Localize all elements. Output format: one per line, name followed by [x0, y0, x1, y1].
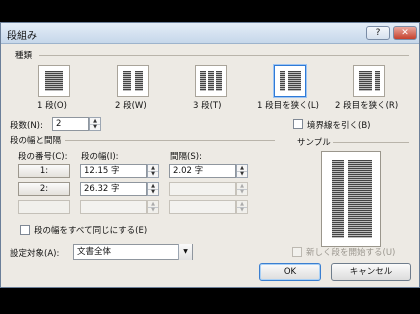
preset-one-column-label[interactable]: 1 段(O): [37, 99, 67, 111]
preset-two-columns[interactable]: [117, 65, 149, 97]
column-3-spacing-spinner: ▲ ▼: [236, 200, 248, 214]
new-column-checkbox-label: 新しく段を開始する(U): [306, 248, 396, 258]
spinner-down-icon: ▼: [240, 189, 244, 195]
preset-left-narrow-icon-left: [280, 71, 285, 91]
column-3-spacing-input: [169, 200, 236, 214]
chevron-down-icon[interactable]: ▼: [178, 244, 192, 260]
equal-width-checkbox-label[interactable]: 段の幅をすべて同じにする(E): [34, 224, 147, 236]
column-3-width-spinner: ▲ ▼: [147, 200, 159, 214]
spinner-down-icon[interactable]: ▼: [148, 189, 158, 195]
column-number-2: 2:: [18, 182, 70, 196]
column-spacing-header: 間隔(S):: [170, 152, 202, 162]
dialog-title: 段組み: [7, 31, 37, 42]
apply-to-value: 文書全体: [77, 247, 112, 257]
column-2-spacing-spinner: ▲ ▼: [236, 182, 248, 196]
preset-one-column[interactable]: [38, 65, 70, 97]
spinner-down-icon: ▼: [240, 207, 244, 213]
column-number-header: 段の番号(C):: [18, 152, 68, 162]
preset-right-narrow[interactable]: [353, 65, 385, 97]
column-2-width-spinner[interactable]: ▲ ▼: [147, 182, 159, 196]
preset-right-narrow-icon-right: [375, 71, 380, 91]
column-3-width-input: [80, 200, 147, 214]
column-number-1: 1:: [18, 164, 70, 178]
title-bar: 段組み ? ✕: [1, 23, 419, 44]
preset-three-columns-icon-2: [208, 71, 214, 91]
width-spacing-section-label: 段の幅と間隔: [10, 136, 62, 146]
preview-page: [321, 151, 381, 247]
preset-left-narrow-label[interactable]: 1 段目を狭く(L): [257, 99, 319, 111]
preset-right-narrow-icon-left: [359, 71, 372, 91]
preset-three-columns-icon-3: [216, 71, 222, 91]
close-button[interactable]: ✕: [393, 26, 417, 40]
spinner-down-icon: ▼: [151, 207, 155, 213]
preset-right-narrow-label[interactable]: 2 段目を狭く(R): [335, 99, 398, 111]
help-button[interactable]: ?: [366, 26, 390, 40]
spinner-down-icon[interactable]: ▼: [90, 124, 100, 130]
preview-divider: [333, 142, 409, 143]
column-count-label: 段数(N):: [10, 121, 43, 131]
presets-divider: [39, 55, 409, 56]
presets-section-label: 種類: [15, 51, 33, 61]
preset-three-columns-label[interactable]: 3 段(T): [193, 99, 221, 111]
column-count-input[interactable]: 2: [52, 117, 89, 131]
ok-button[interactable]: OK: [259, 263, 321, 281]
column-count-spinner[interactable]: ▲ ▼: [89, 117, 101, 131]
preset-two-columns-label[interactable]: 2 段(W): [115, 99, 147, 111]
preview-column-right: [348, 160, 372, 238]
cancel-button[interactable]: キャンセル: [331, 263, 411, 281]
spinner-down-icon[interactable]: ▼: [148, 171, 158, 177]
column-1-width-input[interactable]: 12.15 字: [80, 164, 147, 178]
apply-to-label: 設定対象(A):: [10, 249, 60, 259]
spinner-down-icon[interactable]: ▼: [237, 171, 247, 177]
preset-left-narrow[interactable]: [273, 64, 307, 98]
border-checkbox-label[interactable]: 境界線を引く(B): [307, 119, 370, 131]
preview-section-label: サンプル: [297, 138, 331, 148]
border-checkbox[interactable]: [293, 119, 303, 129]
new-column-checkbox: [292, 247, 302, 257]
column-2-spacing-input: [169, 182, 236, 196]
preset-two-columns-icon-right: [135, 71, 143, 91]
preset-one-column-icon: [45, 71, 63, 91]
preset-left-narrow-icon-right: [288, 71, 301, 91]
preview-column-left: [332, 160, 344, 238]
equal-width-checkbox[interactable]: [20, 225, 30, 235]
preset-three-columns-icon-1: [200, 71, 206, 91]
column-width-header: 段の幅(I):: [81, 152, 119, 162]
column-number-3: [18, 200, 70, 214]
columns-dialog: 段組み ? ✕ 種類 1 段(O) 2 段(W) 3 段(T) 1 段目を狭く(…: [0, 22, 420, 288]
preset-three-columns[interactable]: [195, 65, 227, 97]
column-1-spacing-input[interactable]: 2.02 字: [169, 164, 236, 178]
width-spacing-divider: [65, 140, 275, 141]
column-1-spacing-spinner[interactable]: ▲ ▼: [236, 164, 248, 178]
preset-two-columns-icon-left: [123, 71, 131, 91]
apply-to-select[interactable]: 文書全体 ▼: [73, 244, 193, 260]
column-1-width-spinner[interactable]: ▲ ▼: [147, 164, 159, 178]
column-2-width-input[interactable]: 26.32 字: [80, 182, 147, 196]
